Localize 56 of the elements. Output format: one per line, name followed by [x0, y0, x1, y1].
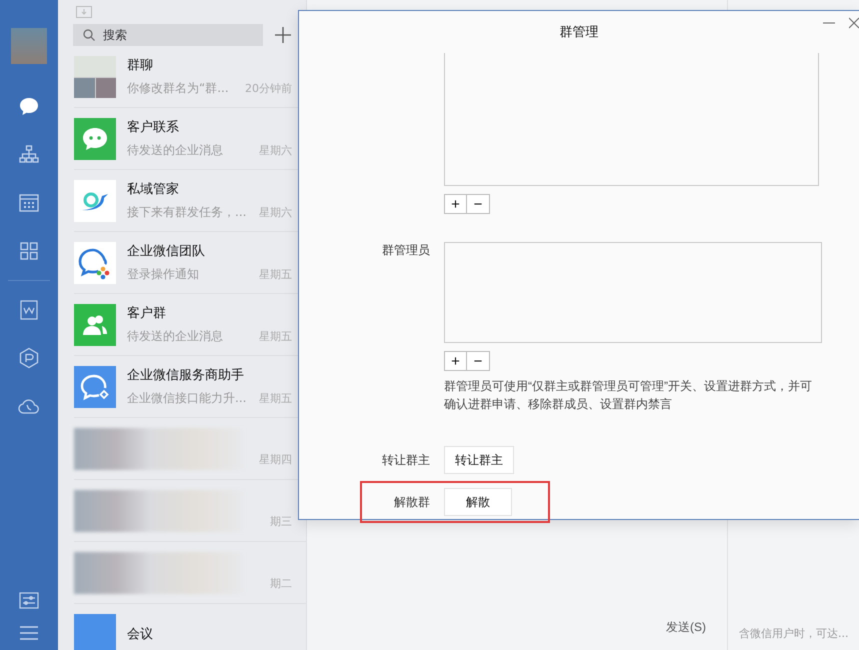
chat-time: 期二 [270, 576, 292, 591]
grid-icon[interactable] [18, 240, 40, 262]
chat-bubble-icon[interactable] [18, 96, 40, 118]
chat-preview: 接下来有群发任务，... [127, 204, 248, 220]
dialog-title: 群管理 [560, 23, 598, 41]
close-icon[interactable] [849, 17, 859, 29]
field-label: 群管理员 [381, 242, 430, 259]
chat-name: 会议 [127, 626, 153, 643]
plus-icon[interactable] [275, 27, 291, 43]
calendar-icon[interactable] [18, 192, 40, 214]
help-text: 群管理员可使用“仅群主或群管理员可管理”开关、设置进群方式，并可确认进群申请、移除群成员、设置群内禁言 [444, 378, 813, 413]
chat-name: 企业微信服务商助手 [127, 366, 244, 384]
chat-name: 私域管家 [127, 180, 179, 198]
chat-bubbles-logo-icon [74, 242, 116, 284]
chat-list-item[interactable]: 企业微信服务商助手 企业微信接口能力升... 星期五 [58, 356, 306, 418]
chat-time: 期三 [270, 514, 292, 529]
chat-preview: 登录操作通知 [127, 266, 200, 282]
add-button[interactable]: + [444, 351, 467, 371]
chat-list-item[interactable]: 客户联系 待发送的企业消息 星期六 [58, 108, 306, 170]
add-button[interactable]: + [444, 194, 467, 214]
chat-preview: 企业微信接口能力升... [127, 390, 248, 406]
chat-name: 客户联系 [127, 118, 179, 136]
chat-preview: 你修改群名为“群... [127, 80, 230, 96]
chat-list-item[interactable]: 客户群 待发送的企业消息 星期五 [58, 294, 306, 356]
chat-time: 星期五 [259, 390, 292, 406]
remove-button[interactable]: − [467, 194, 490, 214]
remove-button[interactable]: − [467, 351, 490, 371]
document-icon[interactable] [18, 299, 40, 321]
bird-logo-icon [74, 180, 116, 222]
chat-name: 企业微信团队 [127, 242, 205, 260]
chat-time: 星期五 [259, 266, 292, 282]
chat-time: 星期五 [259, 328, 292, 344]
chat-list-item[interactable]: 企业微信团队 登录操作通知 星期五 [58, 232, 306, 294]
field-label: 解散群 [393, 494, 430, 510]
meeting-avatar-placeholder [74, 614, 116, 650]
search-field[interactable]: 搜索 [73, 24, 263, 46]
chat-name: 客户群 [127, 304, 166, 322]
chat-time: 星期六 [259, 204, 292, 220]
chat-preview: 待发送的企业消息 [127, 142, 224, 158]
chat-preview: 待发送的企业消息 [127, 328, 224, 344]
chat-bubble-icon [74, 366, 116, 408]
chat-list-item[interactable]: 私域管家 接下来有群发任务，... 星期六 [58, 170, 306, 232]
send-button[interactable]: 发送(S) [666, 619, 706, 636]
chat-name: 群聊 [127, 56, 153, 74]
chat-time: 星期六 [259, 142, 292, 158]
chat-bubble-icon [74, 118, 116, 160]
group-avatar-placeholder [74, 56, 116, 98]
hexagon-icon[interactable] [18, 347, 40, 369]
action-button[interactable]: 转让群主 [444, 446, 514, 474]
chat-time: 星期四 [259, 452, 292, 467]
chat-time: 20分钟前 [245, 80, 292, 96]
action-button[interactable]: 解散 [444, 488, 512, 516]
side-note: 含微信用户时，可达... [739, 626, 850, 641]
people-icon [74, 304, 116, 346]
field-label: 转让群主 [381, 452, 430, 468]
search-icon [83, 29, 95, 41]
